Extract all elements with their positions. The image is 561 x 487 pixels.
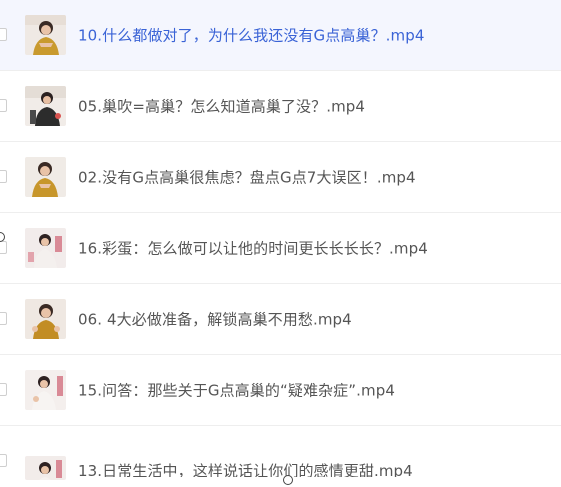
row-checkbox[interactable] [0, 241, 7, 254]
video-thumbnail-icon [25, 228, 66, 268]
file-row[interactable]: 05.巢吹=高巢？怎么知道高巢了没？.mp4 [0, 71, 561, 142]
file-row[interactable]: 15.问答：那些关于G点高巢的“疑难杂症”.mp4 [0, 355, 561, 426]
row-checkbox[interactable] [0, 383, 7, 396]
video-thumbnail-icon [25, 157, 66, 197]
video-thumbnail-icon [25, 86, 66, 126]
file-list-viewport: 10.什么都做对了，为什么我还没有G点高巢？.mp4 05.巢吹=高巢？怎么知道… [0, 0, 561, 487]
video-thumbnail-icon [25, 299, 66, 339]
file-name[interactable]: 02.没有G点高巢很焦虑？盘点G点7大误区！.mp4 [78, 167, 416, 188]
video-thumbnail-icon [25, 370, 66, 410]
file-row[interactable]: 16.彩蛋：怎么做可以让他的时间更长长长长？.mp4 [0, 213, 561, 284]
file-name[interactable]: 05.巢吹=高巢？怎么知道高巢了没？.mp4 [78, 96, 365, 117]
video-thumbnail-icon [25, 456, 66, 480]
file-name[interactable]: 06. 4大必做准备，解锁高巢不用愁.mp4 [78, 309, 352, 330]
file-name[interactable]: 16.彩蛋：怎么做可以让他的时间更长长长长？.mp4 [78, 238, 428, 259]
selection-handle-bottom[interactable] [283, 475, 293, 485]
file-row[interactable]: 13.日常生活中，这样说话让你们的感情更甜.mp4 [0, 426, 561, 487]
file-row[interactable]: 10.什么都做对了，为什么我还没有G点高巢？.mp4 [0, 0, 561, 71]
file-row[interactable]: 02.没有G点高巢很焦虑？盘点G点7大误区！.mp4 [0, 142, 561, 213]
file-name[interactable]: 10.什么都做对了，为什么我还没有G点高巢？.mp4 [78, 25, 425, 46]
row-checkbox[interactable] [0, 170, 7, 183]
row-checkbox[interactable] [0, 28, 7, 41]
row-checkbox[interactable] [0, 454, 7, 467]
file-row[interactable]: 06. 4大必做准备，解锁高巢不用愁.mp4 [0, 284, 561, 355]
row-checkbox[interactable] [0, 312, 7, 325]
file-name[interactable]: 15.问答：那些关于G点高巢的“疑难杂症”.mp4 [78, 380, 395, 401]
file-list: 10.什么都做对了，为什么我还没有G点高巢？.mp4 05.巢吹=高巢？怎么知道… [0, 0, 561, 487]
file-name[interactable]: 13.日常生活中，这样说话让你们的感情更甜.mp4 [78, 460, 413, 477]
video-thumbnail-icon [25, 15, 66, 55]
row-checkbox[interactable] [0, 99, 7, 112]
